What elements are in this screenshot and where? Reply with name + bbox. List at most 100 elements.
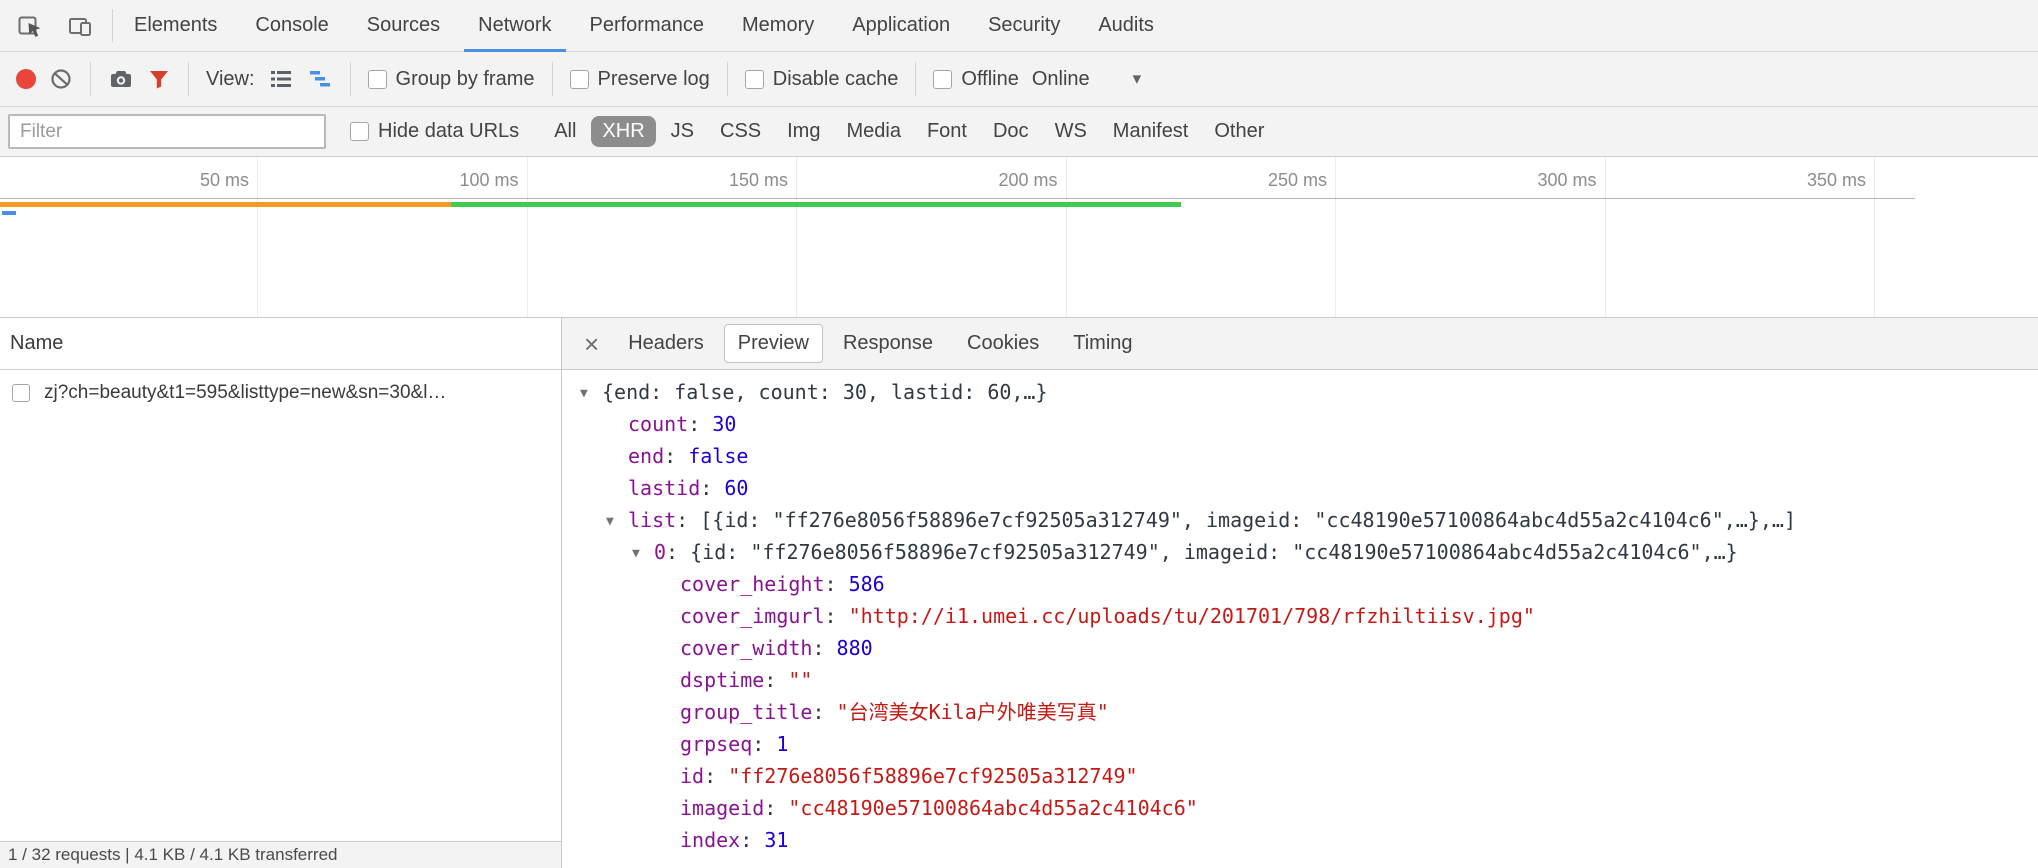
- checkbox-label: Hide data URLs: [378, 120, 519, 143]
- network-overview[interactable]: 50 ms100 ms150 ms200 ms250 ms300 ms350 m…: [0, 157, 2038, 318]
- filter-type-css[interactable]: CSS: [709, 116, 772, 147]
- tab-network[interactable]: Network: [459, 0, 570, 51]
- json-tree-row[interactable]: ▼list: [{id: "ff276e8056f58896e7cf92505a…: [562, 504, 2038, 536]
- timeline-label: 50 ms: [99, 166, 249, 194]
- preserve-log-checkbox[interactable]: Preserve log: [570, 68, 710, 91]
- divider: [552, 62, 553, 96]
- tab-audits[interactable]: Audits: [1079, 0, 1173, 51]
- json-tree-row[interactable]: ▼{end: false, count: 30, lastid: 60,…}: [562, 376, 2038, 408]
- checkbox-box: [933, 70, 952, 89]
- waterfall-icon: [307, 66, 333, 92]
- record-button[interactable]: [16, 69, 36, 89]
- filter-type-media[interactable]: Media: [835, 116, 911, 147]
- detail-tab-timing[interactable]: Timing: [1059, 324, 1146, 363]
- tab-memory[interactable]: Memory: [723, 0, 833, 51]
- resource-type-filter-list: AllXHRJSCSSImgMediaFontDocWSManifestOthe…: [543, 116, 1275, 147]
- timeline-label: 250 ms: [1177, 166, 1327, 194]
- json-tree-row[interactable]: id: "ff276e8056f58896e7cf92505a312749": [562, 760, 2038, 792]
- tab-console[interactable]: Console: [236, 0, 347, 51]
- json-tree-row[interactable]: end: false: [562, 440, 2038, 472]
- filter-type-doc[interactable]: Doc: [982, 116, 1040, 147]
- request-checkbox[interactable]: [12, 384, 30, 402]
- close-icon[interactable]: ×: [572, 331, 611, 357]
- filter-type-all[interactable]: All: [543, 116, 587, 147]
- timeline-gridline: [1874, 157, 1875, 317]
- json-plain: :: [666, 540, 690, 564]
- json-tree-row[interactable]: cover_width: 880: [562, 632, 2038, 664]
- detail-tab-preview[interactable]: Preview: [724, 324, 823, 363]
- device-toolbar-icon[interactable]: [66, 12, 94, 40]
- camera-icon: [108, 66, 134, 92]
- detail-tab-cookies[interactable]: Cookies: [953, 324, 1053, 363]
- filter-type-ws[interactable]: WS: [1044, 116, 1098, 147]
- tab-sources[interactable]: Sources: [348, 0, 459, 51]
- devtools-window: ElementsConsoleSourcesNetworkPerformance…: [0, 0, 2038, 868]
- offline-checkbox[interactable]: Offline: [933, 68, 1018, 91]
- timeline-gridline: [1066, 157, 1067, 317]
- filter-input[interactable]: [8, 114, 326, 149]
- tab-performance[interactable]: Performance: [571, 0, 724, 51]
- throttling-selector[interactable]: Online: [1032, 68, 1090, 91]
- filter-bar: Hide data URLs AllXHRJSCSSImgMediaFontDo…: [0, 107, 2038, 157]
- filter-type-js[interactable]: JS: [660, 116, 705, 147]
- capture-screenshots-button[interactable]: [108, 66, 134, 92]
- filter-toggle-button[interactable]: [147, 67, 171, 91]
- tab-application[interactable]: Application: [833, 0, 969, 51]
- request-row[interactable]: zj?ch=beauty&t1=595&listtype=new&sn=30&l…: [0, 370, 561, 416]
- timeline-gridline: [257, 157, 258, 317]
- json-tree-row[interactable]: group_title: "台湾美女Kila户外唯美写真": [562, 696, 2038, 728]
- timeline-label: 200 ms: [908, 166, 1058, 194]
- filter-type-other[interactable]: Other: [1203, 116, 1275, 147]
- filter-type-manifest[interactable]: Manifest: [1102, 116, 1200, 147]
- json-tree-row[interactable]: index: 31: [562, 824, 2038, 856]
- checkbox-label: Offline: [961, 68, 1018, 91]
- disable-cache-checkbox[interactable]: Disable cache: [745, 68, 899, 91]
- divider: [112, 9, 113, 42]
- json-plain: :: [704, 764, 728, 788]
- timeline-gridline: [796, 157, 797, 317]
- json-tree-row[interactable]: grpseq: 1: [562, 728, 2038, 760]
- name-column-header[interactable]: Name: [0, 318, 561, 370]
- checkbox-box: [745, 70, 764, 89]
- json-tree-row[interactable]: cover_height: 586: [562, 568, 2038, 600]
- json-plain: {id: "ff276e8056f58896e7cf92505a312749",…: [690, 540, 1738, 564]
- timeline-label: 350 ms: [1716, 166, 1866, 194]
- json-tree-row[interactable]: cover_imgurl: "http://i1.umei.cc/uploads…: [562, 600, 2038, 632]
- tab-elements[interactable]: Elements: [115, 0, 236, 51]
- filter-type-img[interactable]: Img: [776, 116, 831, 147]
- json-num: 31: [764, 828, 788, 852]
- clear-button[interactable]: [49, 67, 73, 91]
- hide-data-urls-checkbox[interactable]: Hide data URLs: [350, 120, 519, 143]
- json-tree-row[interactable]: lastid: 60: [562, 472, 2038, 504]
- request-details-panel: × HeadersPreviewResponseCookiesTiming ▼{…: [562, 318, 2038, 868]
- request-name: zj?ch=beauty&t1=595&listtype=new&sn=30&l…: [44, 382, 454, 404]
- list-view-icon: [268, 66, 294, 92]
- json-tree-row[interactable]: dsptime: "": [562, 664, 2038, 696]
- json-num: 30: [712, 412, 736, 436]
- expand-arrow-icon[interactable]: ▼: [580, 378, 602, 410]
- show-overview-button[interactable]: [307, 66, 333, 92]
- detail-tab-bar: × HeadersPreviewResponseCookiesTiming: [562, 318, 2038, 370]
- json-tree-row[interactable]: count: 30: [562, 408, 2038, 440]
- detail-tab-headers[interactable]: Headers: [614, 324, 718, 363]
- expand-arrow-icon[interactable]: ▼: [606, 506, 628, 538]
- overview-bar-blue: [2, 211, 16, 215]
- detail-tab-response[interactable]: Response: [829, 324, 947, 363]
- timeline-gridline: [1605, 157, 1606, 317]
- name-column-label: Name: [10, 332, 63, 355]
- dropdown-caret-icon[interactable]: ▾: [1133, 69, 1142, 89]
- json-tree-row[interactable]: imageid: "cc48190e57100864abc4d55a2c4104…: [562, 792, 2038, 824]
- json-plain: :: [764, 796, 788, 820]
- network-toolbar: View: Group by frame Preserve log Dis: [0, 52, 2038, 107]
- json-plain: :: [664, 444, 688, 468]
- json-tree-row[interactable]: ▼0: {id: "ff276e8056f58896e7cf92505a3127…: [562, 536, 2038, 568]
- inspect-element-icon[interactable]: [16, 12, 44, 40]
- request-rows-view-button[interactable]: [268, 66, 294, 92]
- tab-security[interactable]: Security: [969, 0, 1079, 51]
- group-by-frame-checkbox[interactable]: Group by frame: [368, 68, 535, 91]
- json-bool: false: [688, 444, 748, 468]
- tabbar-icons: [0, 0, 110, 51]
- filter-type-xhr[interactable]: XHR: [591, 116, 655, 147]
- filter-type-font[interactable]: Font: [916, 116, 978, 147]
- expand-arrow-icon[interactable]: ▼: [632, 538, 654, 570]
